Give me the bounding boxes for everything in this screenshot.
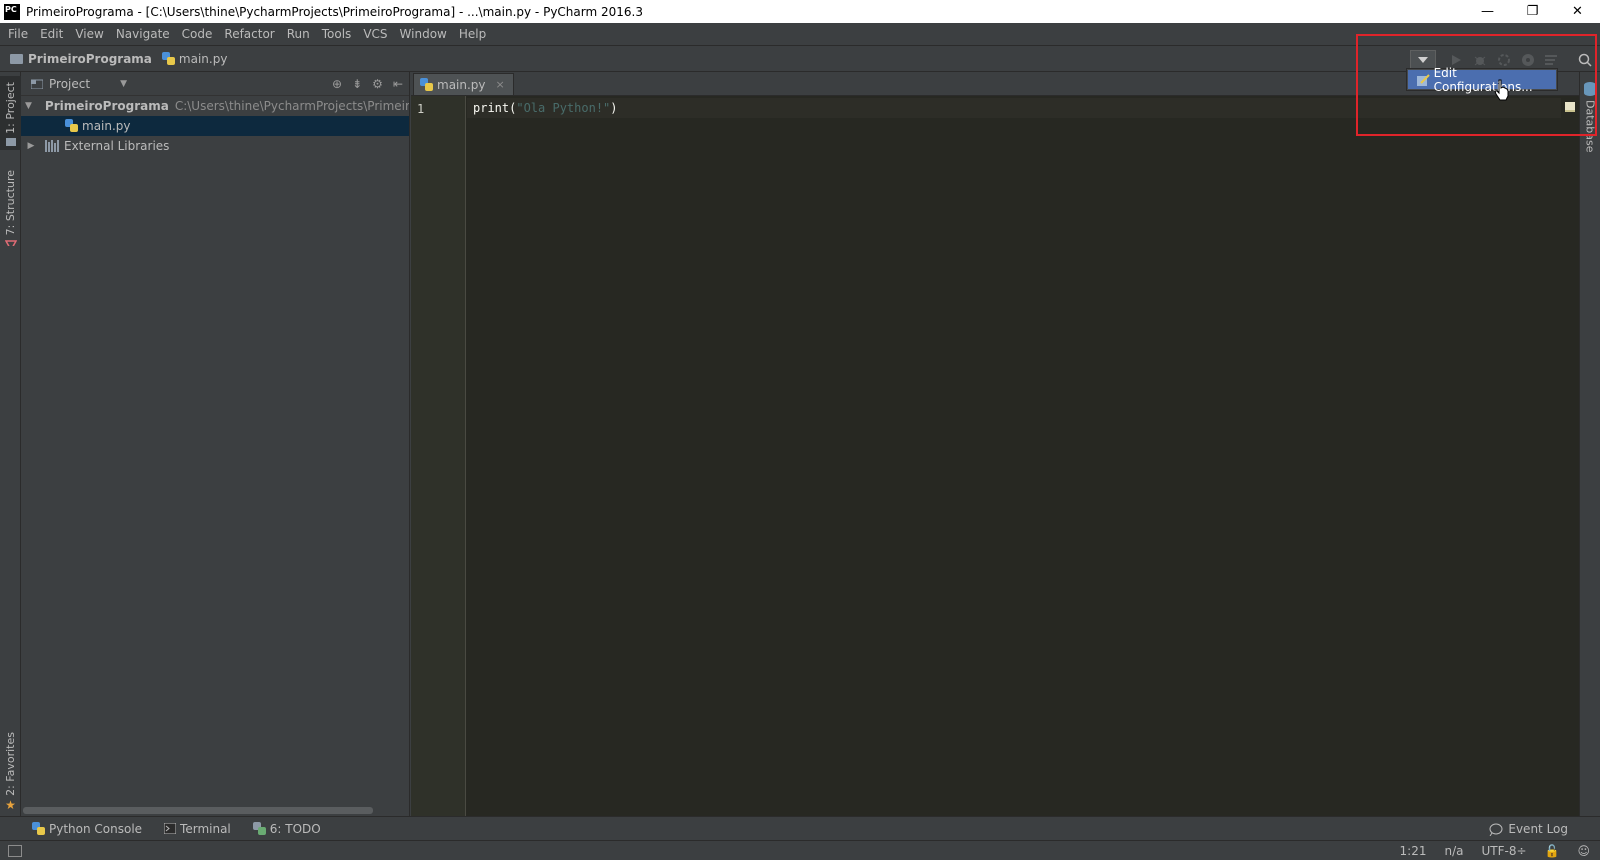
gear-icon[interactable]: ⚙	[372, 77, 383, 91]
tool-windows-toggle-icon[interactable]	[8, 844, 22, 857]
menu-vcs[interactable]: VCS	[357, 27, 393, 41]
hide-panel-icon[interactable]: ⇤	[393, 77, 403, 91]
restore-button[interactable]: ❐	[1510, 0, 1555, 23]
window-controls: — ❐ ✕	[1465, 0, 1600, 23]
code-function: print(	[473, 101, 517, 115]
structure-tool-icon	[4, 240, 17, 246]
terminal-button[interactable]: Terminal	[164, 822, 231, 836]
close-button[interactable]: ✕	[1555, 0, 1600, 23]
breadcrumb-project[interactable]: PrimeiroPrograma	[10, 52, 152, 66]
right-tool-stripe: Database	[1579, 72, 1600, 816]
close-tab-icon[interactable]: ×	[496, 78, 505, 91]
project-panel: Project ▼ ⊕ ⇟ ⚙ ⇤ ▼ PrimeiroPrograma C:\…	[21, 72, 410, 816]
python-console-icon	[32, 821, 45, 836]
file-encoding[interactable]: UTF-8÷	[1481, 844, 1526, 858]
library-icon	[45, 140, 59, 152]
python-file-icon	[65, 119, 78, 133]
tool-tab-favorites-label: 2: Favorites	[4, 732, 17, 796]
error-stripe	[1561, 96, 1579, 816]
collapse-all-icon[interactable]: ⇟	[352, 77, 362, 91]
menu-run[interactable]: Run	[281, 27, 316, 41]
horizontal-scrollbar[interactable]	[23, 807, 373, 814]
tree-file-label: main.py	[82, 119, 131, 133]
left-tool-stripe: 1: Project 7: Structure 2: Favorites ★	[0, 72, 21, 816]
tree-external-libraries[interactable]: ▶ External Libraries	[21, 136, 409, 156]
project-tool-icon	[5, 137, 16, 146]
breadcrumb-file[interactable]: main.py	[161, 51, 228, 66]
tool-tab-structure[interactable]: 7: Structure	[0, 166, 21, 246]
python-console-button[interactable]: Python Console	[32, 821, 143, 836]
tree-root-name: PrimeiroPrograma	[44, 99, 169, 113]
minimize-button[interactable]: —	[1465, 0, 1510, 23]
speech-bubble-icon	[1489, 823, 1503, 836]
pycharm-logo-icon: PC	[4, 3, 20, 20]
terminal-label: Terminal	[180, 821, 231, 836]
status-bar: 1:21 n/a UTF-8÷ 🔓 ☺	[0, 840, 1600, 860]
chevron-down-icon[interactable]: ▼	[120, 79, 127, 89]
python-file-icon	[420, 77, 433, 92]
menu-edit[interactable]: Edit	[34, 27, 69, 41]
line-number: 1	[417, 102, 425, 116]
event-log-button[interactable]: Event Log	[1489, 817, 1568, 841]
tree-libraries-label: External Libraries	[64, 139, 170, 153]
breadcrumb-file-label: main.py	[178, 51, 228, 66]
menu-view[interactable]: View	[69, 27, 109, 41]
editor-tab-main-py[interactable]: main.py ×	[413, 73, 514, 95]
tool-tab-favorites[interactable]: 2: Favorites ★	[0, 728, 21, 812]
menu-navigate[interactable]: Navigate	[110, 27, 176, 41]
python-file-icon	[161, 51, 175, 66]
highlight-annotation	[1356, 34, 1597, 136]
python-console-label: Python Console	[49, 821, 143, 836]
expanded-arrow-icon[interactable]: ▼	[25, 101, 32, 111]
hector-icon[interactable]: ☺	[1577, 844, 1590, 858]
menu-file[interactable]: File	[2, 27, 34, 41]
status-info: 1:21 n/a UTF-8÷ 🔓 ☺	[1382, 841, 1590, 860]
scroll-from-source-icon[interactable]: ⊕	[332, 77, 342, 91]
project-view-selector[interactable]: Project	[49, 77, 90, 91]
caret-position[interactable]: 1:21	[1400, 844, 1427, 858]
line-separator[interactable]: n/a	[1444, 844, 1463, 858]
todo-button[interactable]: 6: TODO	[252, 821, 321, 836]
folder-icon	[10, 53, 23, 64]
code-paren: )	[610, 101, 618, 115]
project-panel-tools: ⊕ ⇟ ⚙ ⇤	[322, 72, 403, 96]
star-icon: ★	[5, 797, 16, 812]
tree-root-path: C:\Users\thine\PycharmProjects\PrimeiroP…	[174, 99, 409, 113]
code-string: "Ola Python!"	[516, 101, 611, 115]
tool-tab-project-label: 1: Project	[4, 82, 17, 134]
editor-tab-label: main.py	[437, 77, 486, 92]
menu-window[interactable]: Window	[394, 27, 453, 41]
todo-label: 6: TODO	[269, 821, 321, 836]
menu-help[interactable]: Help	[453, 27, 492, 41]
bottom-tool-bar: Python Console Terminal 6: TODO Event Lo…	[0, 816, 1600, 840]
menu-code[interactable]: Code	[176, 27, 219, 41]
event-log-label: Event Log	[1508, 822, 1568, 836]
tree-root-project[interactable]: ▼ PrimeiroPrograma C:\Users\thine\Pychar…	[21, 96, 409, 116]
lock-icon[interactable]: 🔓	[1545, 844, 1560, 858]
editor-area: main.py × 1 print("Ola Python!")	[411, 72, 1579, 816]
project-view-icon	[31, 79, 43, 89]
terminal-icon	[164, 823, 177, 834]
collapsed-arrow-icon[interactable]: ▶	[25, 141, 37, 151]
title-bar: PC PrimeiroPrograma - [C:\Users\thine\Py…	[0, 0, 1600, 23]
window-title: PrimeiroPrograma - [C:\Users\thine\Pycha…	[26, 4, 643, 19]
breadcrumb-project-label: PrimeiroPrograma	[28, 51, 152, 66]
code-editor[interactable]: print("Ola Python!")	[467, 96, 1561, 816]
todo-icon	[252, 821, 266, 836]
menu-refactor[interactable]: Refactor	[218, 27, 280, 41]
line-gutter: 1	[411, 96, 466, 816]
menu-tools[interactable]: Tools	[316, 27, 358, 41]
tool-tab-project[interactable]: 1: Project	[0, 76, 21, 150]
project-panel-header: Project ▼ ⊕ ⇟ ⚙ ⇤	[21, 72, 409, 96]
tree-file-main-py[interactable]: main.py	[21, 116, 409, 136]
tool-tab-structure-label: 7: Structure	[4, 170, 17, 236]
